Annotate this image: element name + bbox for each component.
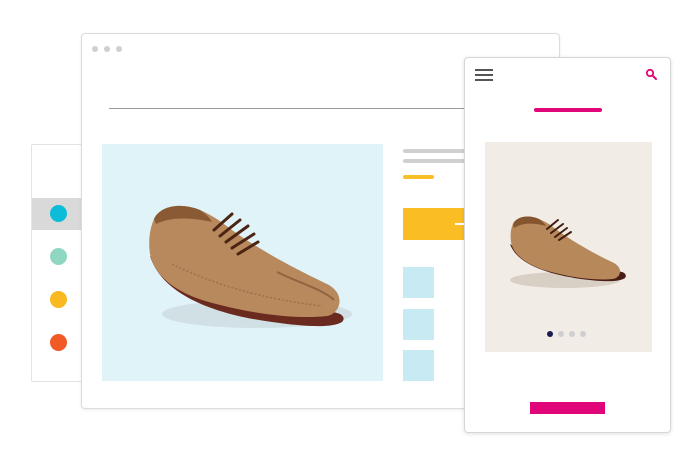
header-divider <box>109 108 469 109</box>
swatch-color-mint <box>50 248 67 265</box>
swatch-color-cyan <box>50 205 67 222</box>
carousel-dot-3[interactable] <box>569 331 575 337</box>
swatch-color-orange <box>50 334 67 351</box>
shoe-image <box>510 216 626 288</box>
price-line <box>403 175 434 179</box>
carousel-dot-2[interactable] <box>558 331 564 337</box>
shoe-image <box>149 205 352 328</box>
mobile-title-line <box>534 108 602 112</box>
window-dot[interactable] <box>92 46 98 52</box>
mobile-buy-button[interactable] <box>530 402 605 414</box>
carousel-dot-1[interactable] <box>547 331 553 337</box>
hamburger-menu-icon[interactable] <box>475 69 493 82</box>
mobile-product-image-panel <box>485 142 652 352</box>
window-dot[interactable] <box>104 46 110 52</box>
search-icon[interactable] <box>645 68 657 80</box>
thumbnail-2[interactable] <box>403 309 434 340</box>
window-dot[interactable] <box>116 46 122 52</box>
product-image-panel <box>102 144 383 381</box>
mobile-window <box>464 57 671 433</box>
thumbnail-3[interactable] <box>403 350 434 381</box>
carousel-dots <box>547 331 586 337</box>
window-control-dots-icon <box>92 46 122 52</box>
thumbnail-1[interactable] <box>403 267 434 298</box>
product-title-line <box>403 149 465 153</box>
product-subtitle-line <box>403 159 465 163</box>
swatch-color-yellow <box>50 291 67 308</box>
carousel-dot-4[interactable] <box>580 331 586 337</box>
